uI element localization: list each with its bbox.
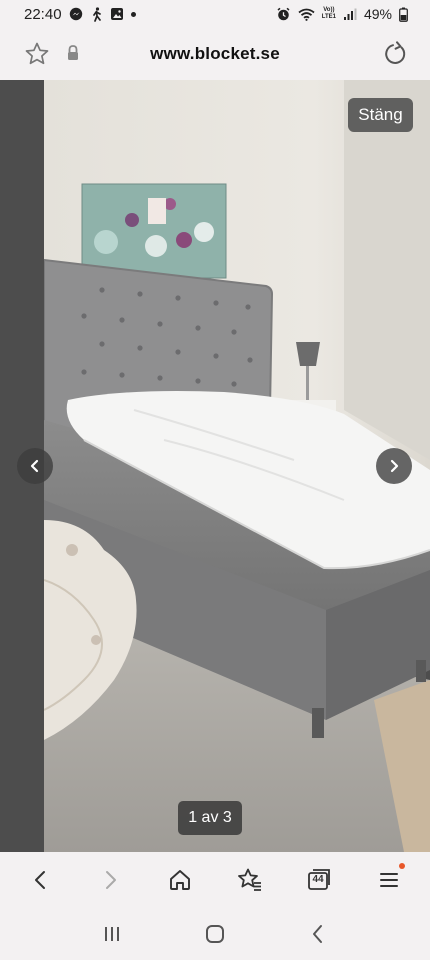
url-bar: www.blocket.se [0, 28, 430, 80]
home-icon [170, 870, 191, 890]
wifi-icon [298, 8, 315, 21]
close-button[interactable]: Stäng [348, 98, 413, 132]
tabs-button[interactable]: 44 [299, 860, 339, 900]
wall-painting [81, 183, 227, 279]
network-text: LTE1 [321, 14, 336, 20]
browser-toolbar: 44 [0, 852, 430, 908]
bookmarks-button[interactable] [230, 860, 270, 900]
battery-icon [399, 7, 408, 22]
forward-button[interactable] [90, 860, 130, 900]
menu-notification-dot [399, 863, 406, 869]
back-icon [34, 871, 45, 889]
recents-button[interactable] [92, 914, 132, 954]
listing-photo[interactable] [44, 80, 430, 852]
status-right: Vo)) LTE1 49% [276, 6, 408, 22]
messenger-icon [69, 7, 83, 21]
status-bar: 22:40 Vo)) LTE1 49% [0, 0, 430, 28]
back-icon [313, 925, 323, 943]
gallery-icon [110, 7, 124, 21]
home-button[interactable] [160, 860, 200, 900]
signal-icon [343, 8, 357, 21]
status-left: 22:40 [24, 6, 136, 23]
reload-icon[interactable] [382, 41, 408, 67]
previous-image-button[interactable] [17, 448, 53, 484]
image-viewer: Stäng 1 av 3 [0, 80, 430, 852]
menu-icon [380, 873, 399, 887]
next-image-button[interactable] [376, 448, 412, 484]
alarm-icon [276, 7, 291, 22]
status-time: 22:40 [24, 5, 62, 23]
back-button[interactable] [21, 860, 61, 900]
chevron-right-icon [390, 459, 399, 473]
volte-label: Vo)) LTE1 [322, 7, 336, 21]
walking-icon [90, 6, 103, 22]
tabs-count: 44 [312, 874, 324, 885]
system-home-button[interactable] [195, 914, 235, 954]
chevron-left-icon [30, 459, 39, 473]
bookmarks-icon [237, 868, 261, 891]
notification-dot-icon [130, 11, 136, 17]
url-domain[interactable]: www.blocket.se [0, 28, 430, 80]
home-icon [205, 925, 224, 943]
system-back-button[interactable] [298, 914, 338, 954]
volte-text: Vo)) [323, 7, 335, 13]
forward-icon [106, 871, 117, 889]
menu-button[interactable] [369, 860, 409, 900]
battery-percent: 49% [363, 6, 392, 22]
system-navigation-bar [0, 908, 430, 960]
recents-icon [104, 927, 119, 941]
image-counter: 1 av 3 [178, 801, 242, 835]
